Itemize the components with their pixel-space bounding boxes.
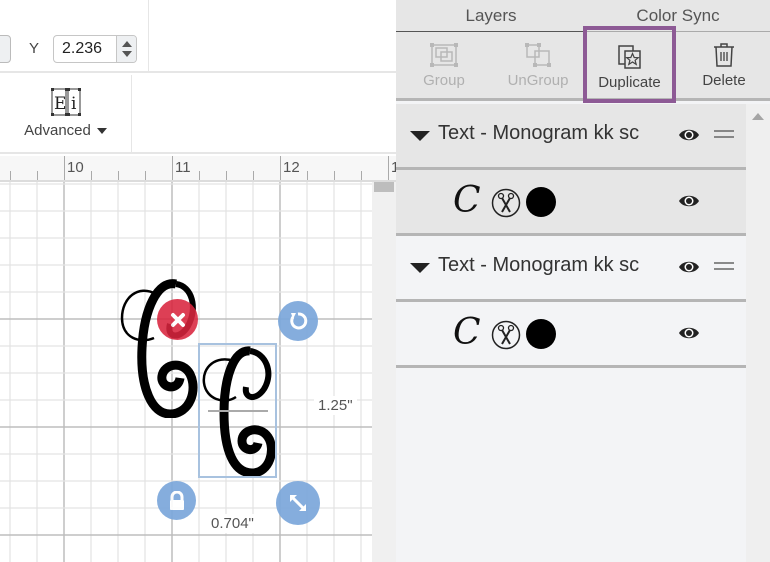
resize-handle[interactable] (276, 481, 320, 525)
ruler-minor-tick (334, 171, 335, 180)
ruler-minor-tick (118, 171, 119, 180)
tab-layers[interactable]: Layers (396, 0, 586, 32)
group-button[interactable]: Group (414, 32, 474, 99)
duplicate-label: Duplicate (598, 74, 661, 91)
trash-icon (714, 43, 734, 67)
layer-group-title: Text - Monogram kk sc (438, 122, 640, 144)
ruler-minor-tick (253, 171, 254, 180)
svg-text:E: E (54, 94, 66, 114)
close-icon (170, 312, 185, 327)
ruler-minor-tick (91, 171, 92, 180)
layer-thumbnail: C (453, 180, 481, 221)
ruler-major-tick (388, 156, 389, 180)
letter-spacing-icon: E i (50, 88, 81, 116)
advanced-button[interactable]: E i Advanced (18, 83, 113, 145)
layer-color-swatch[interactable] (526, 319, 556, 349)
layer-group-header[interactable]: Text - Monogram kk sc (396, 104, 746, 170)
delete-handle[interactable] (157, 299, 198, 340)
advanced-label: Advanced (24, 122, 107, 139)
scissors-cut-icon[interactable] (491, 320, 521, 350)
duplicate-icon (617, 45, 641, 69)
design-canvas[interactable]: 1.25" 0.704" (0, 182, 372, 562)
increment-icon[interactable] (121, 41, 132, 47)
position-toolbar: Y 2.236 (0, 0, 396, 73)
layer-actions: Group UnGroup Duplicate Delete (396, 26, 770, 103)
ungroup-label: UnGroup (507, 72, 569, 89)
collapse-triangle-icon[interactable] (410, 131, 430, 141)
decrement-icon[interactable] (121, 51, 132, 57)
layers-list: Text - Monogram kk sc C Text - Monogram … (396, 104, 746, 368)
eye-icon[interactable] (678, 325, 700, 341)
canvas-scrollbar[interactable] (372, 182, 396, 562)
scroll-up-icon[interactable] (752, 113, 764, 120)
ruler-label: 11 (175, 159, 191, 176)
panel-scrollbar[interactable] (746, 104, 770, 562)
divider (148, 0, 149, 72)
ruler-minor-tick (37, 171, 38, 180)
drag-handle-icon[interactable] (714, 261, 734, 271)
monogram-original[interactable] (118, 278, 208, 418)
layer-thumbnail: C (453, 312, 481, 353)
horizontal-ruler: 1011121 (0, 156, 396, 182)
selection-box[interactable] (198, 343, 277, 478)
ungroup-icon (525, 43, 551, 67)
y-label: Y (29, 40, 40, 57)
x-stepper[interactable] (0, 35, 11, 63)
ruler-minor-tick (145, 171, 146, 180)
eye-icon[interactable] (678, 193, 700, 209)
layer-color-swatch[interactable] (526, 187, 556, 217)
y-stepper[interactable] (116, 36, 136, 62)
divider (131, 75, 132, 152)
layer-group-header[interactable]: Text - Monogram kk sc (396, 236, 746, 302)
scissors-cut-icon[interactable] (491, 188, 521, 218)
delete-button[interactable]: Delete (694, 32, 754, 99)
ruler-major-tick (64, 156, 65, 180)
ruler-minor-tick (199, 171, 200, 180)
collapse-triangle-icon[interactable] (410, 263, 430, 273)
ruler-label: 10 (67, 159, 84, 176)
lock-icon (169, 490, 184, 510)
ruler-minor-tick (307, 171, 308, 180)
layers-panel: Layers Color Sync Group UnGroup Duplicat… (396, 0, 770, 562)
layer-group-title: Text - Monogram kk sc (438, 254, 640, 276)
y-position-input[interactable]: 2.236 (53, 35, 137, 63)
width-dimension: 0.704" (207, 514, 258, 533)
height-dimension: 1.25" (314, 396, 357, 415)
resize-icon (290, 495, 306, 511)
delete-label: Delete (702, 72, 746, 89)
ruler-minor-tick (226, 171, 227, 180)
drag-handle-icon[interactable] (714, 129, 734, 139)
y-value[interactable]: 2.236 (54, 36, 116, 62)
ruler-major-tick (172, 156, 173, 180)
group-icon (430, 43, 458, 67)
rotate-handle[interactable] (278, 301, 318, 341)
advanced-text: Advanced (24, 122, 91, 139)
layer-item[interactable]: C (396, 302, 746, 368)
ruler-major-tick (280, 156, 281, 180)
eye-icon[interactable] (678, 259, 700, 275)
scrollbar-thumb[interactable] (374, 182, 394, 192)
duplicate-button[interactable]: Duplicate (583, 26, 676, 103)
advanced-toolbar: E i Advanced (0, 75, 396, 154)
ruler-minor-tick (10, 171, 11, 180)
eye-icon[interactable] (678, 127, 700, 143)
ungroup-button[interactable]: UnGroup (502, 32, 574, 99)
group-label: Group (423, 72, 465, 89)
rotate-icon (290, 312, 308, 330)
ruler-label: 12 (283, 159, 300, 176)
svg-text:i: i (71, 94, 77, 114)
ruler-minor-tick (361, 171, 362, 180)
chevron-down-icon (96, 127, 107, 134)
lock-handle[interactable] (157, 481, 196, 520)
layer-item[interactable]: C (396, 170, 746, 236)
